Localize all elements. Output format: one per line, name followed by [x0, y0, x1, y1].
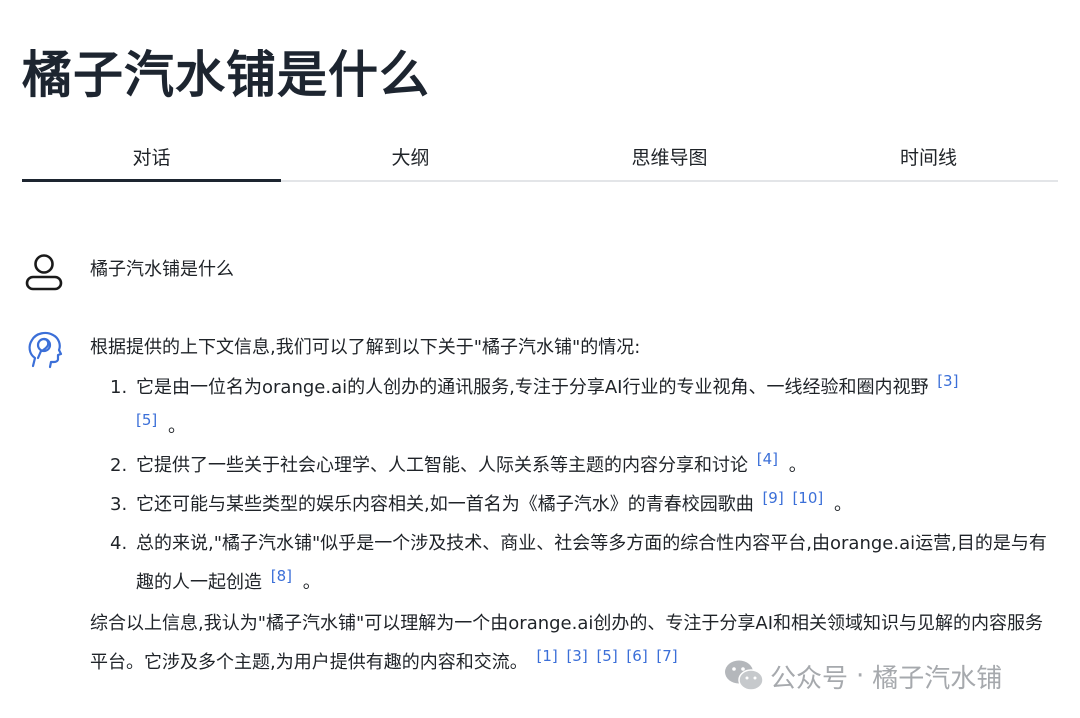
tab-outline[interactable]: 大纲 [281, 136, 540, 180]
tab-bar: 对话 大纲 思维导图 时间线 [22, 136, 1058, 182]
assistant-answer: 根据提供的上下文信息,我们可以了解到以下关于"橘子汽水铺"的情况: 1. 它是由… [90, 334, 1050, 682]
ai-head-icon [24, 328, 64, 370]
citation-link[interactable]: [5] [596, 647, 617, 665]
citation-link[interactable]: [6] [626, 647, 647, 665]
tab-dialog[interactable]: 对话 [22, 136, 281, 182]
citation-link[interactable]: [3] [937, 372, 958, 390]
list-item-text: 它是由一位名为orange.ai的人创办的通讯服务,专注于分享AI行业的专业视角… [136, 377, 929, 398]
answer-intro: 根据提供的上下文信息,我们可以了解到以下关于"橘子汽水铺"的情况: [90, 337, 641, 358]
watermark-prefix: 公众号 [770, 663, 849, 694]
list-item-end: 。 [302, 572, 321, 593]
citation-link[interactable]: [4] [757, 450, 778, 468]
list-item-text: 它还可能与某些类型的娱乐内容相关,如一首名为《橘子汽水》的青春校园歌曲 [136, 494, 754, 515]
tab-timeline[interactable]: 时间线 [799, 136, 1058, 180]
list-item-text: 它提供了一些关于社会心理学、人工智能、人际关系等主题的内容分享和讨论 [136, 455, 748, 476]
citation-link[interactable]: [5] [136, 411, 157, 429]
list-item-number: 2. [110, 455, 128, 476]
citation-link[interactable]: [3] [566, 647, 587, 665]
list-item-number: 4. [110, 533, 128, 554]
citation-link[interactable]: [1] [536, 647, 557, 665]
tab-mindmap[interactable]: 思维导图 [540, 136, 799, 180]
user-message: 橘子汽水铺是什么 [90, 259, 234, 280]
wechat-icon [725, 660, 764, 691]
list-item: 4. 总的来说,"橘子汽水铺"似乎是一个涉及技术、商业、社会等多方面的综合性内容… [90, 524, 1050, 602]
list-item-number: 3. [110, 494, 128, 515]
citation-link[interactable]: [10] [792, 489, 823, 507]
citation-link[interactable]: [9] [762, 489, 783, 507]
list-item: 3. 它还可能与某些类型的娱乐内容相关,如一首名为《橘子汽水》的青春校园歌曲 [… [90, 485, 1050, 524]
watermark-separator: · [856, 661, 865, 691]
list-item-end: 。 [833, 494, 852, 515]
list-item-end: 。 [167, 416, 186, 437]
list-item: 1. 它是由一位名为orange.ai的人创办的通讯服务,专注于分享AI行业的专… [90, 368, 1050, 446]
list-item-end: 。 [788, 455, 807, 476]
answer-list: 1. 它是由一位名为orange.ai的人创办的通讯服务,专注于分享AI行业的专… [90, 368, 1050, 602]
citation-link[interactable]: [7] [656, 647, 677, 665]
watermark: 公众号 · 橘子汽水铺 [724, 656, 1002, 696]
list-item: 2. 它提供了一些关于社会心理学、人工智能、人际关系等主题的内容分享和讨论 [4… [90, 446, 1050, 485]
citation-link[interactable]: [8] [271, 567, 292, 585]
watermark-name: 橘子汽水铺 [872, 663, 1003, 694]
list-item-number: 1. [110, 377, 128, 398]
user-avatar-icon [24, 252, 64, 292]
page-title: 橘子汽水铺是什么 [22, 46, 430, 104]
